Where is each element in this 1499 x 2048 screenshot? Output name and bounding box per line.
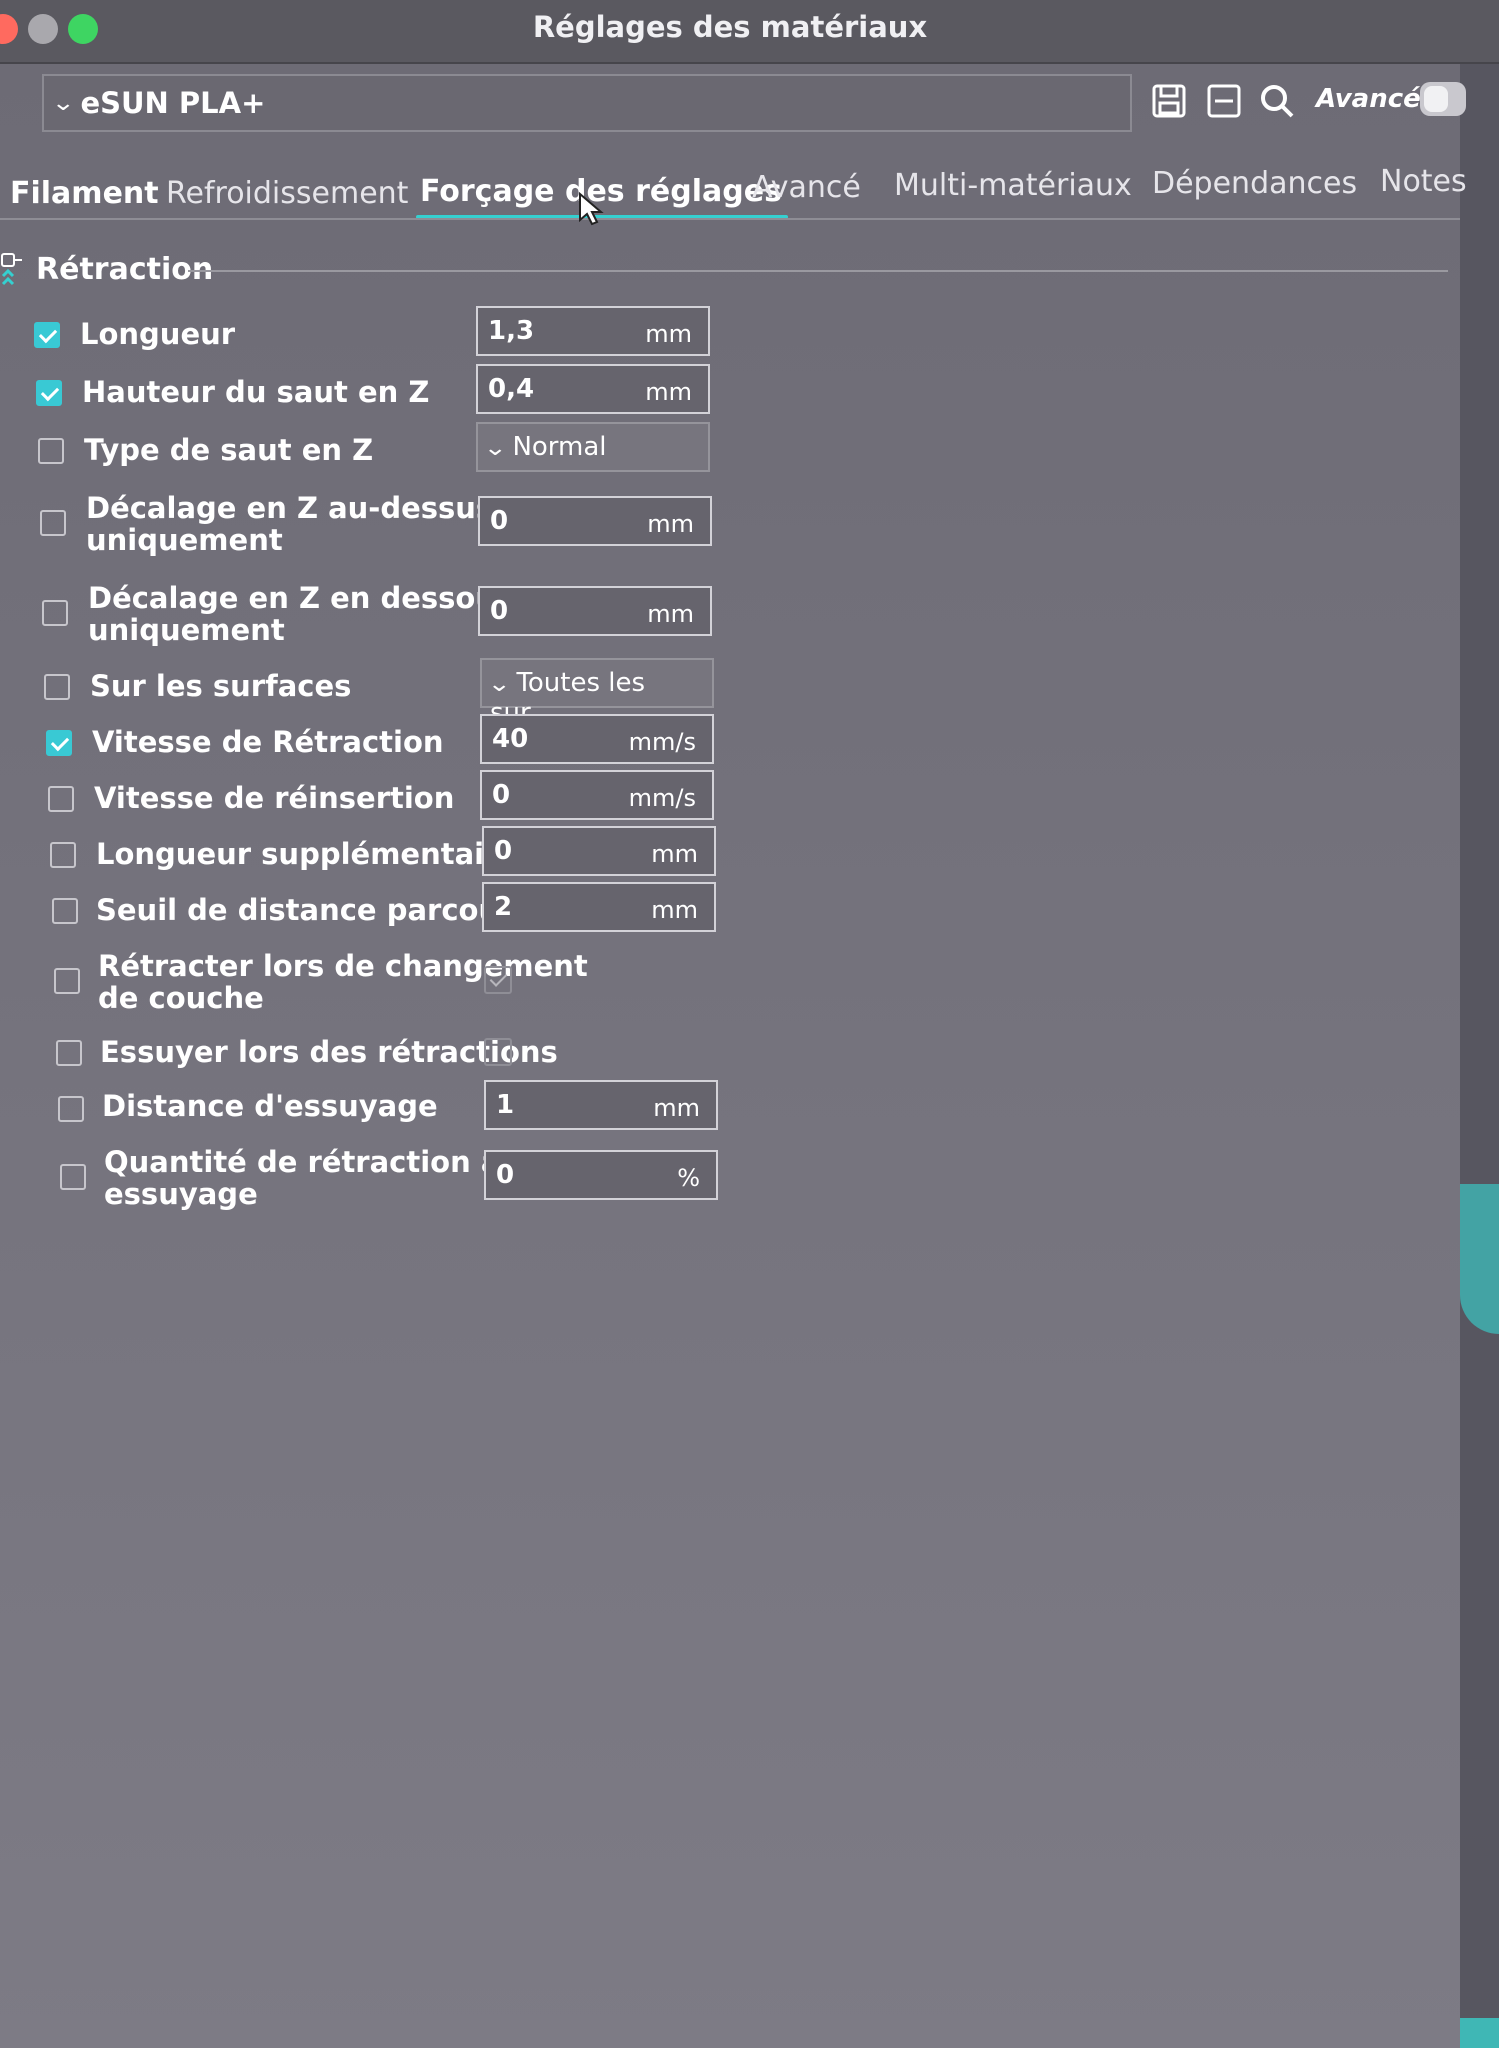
setting-label: Vitesse de réinsertion [94, 781, 455, 815]
override-checkbox[interactable] [60, 1164, 86, 1190]
input-unit: % [677, 1164, 700, 1192]
chevron-down-icon: ⌄ [487, 672, 512, 697]
retract-before-wipe-input[interactable]: 0 % [484, 1150, 718, 1200]
save-icon[interactable] [1150, 82, 1188, 120]
input-value: 0 [494, 836, 513, 866]
z-hop-type-select[interactable]: ⌄ Normal [476, 422, 710, 472]
mouse-cursor-icon [579, 192, 604, 226]
retract-on-layer-change-checkbox[interactable] [484, 966, 512, 994]
setting-label: Type de saut en Z [84, 433, 374, 467]
tab-divider [0, 218, 1460, 220]
selected-option: Normal [512, 432, 607, 462]
preset-dropdown[interactable]: ⌄ eSUN PLA+ [42, 74, 1132, 132]
input-unit: mm [645, 378, 692, 406]
label-line: uniquement [86, 523, 283, 557]
window-title: Réglages des matériaux [532, 10, 928, 44]
wipe-distance-input[interactable]: 1 mm [484, 1080, 718, 1130]
z-offset-below-input[interactable]: 0 mm [478, 586, 712, 636]
input-value: 2 [494, 892, 513, 922]
travel-threshold-input[interactable]: 2 mm [482, 882, 716, 932]
override-checkbox[interactable] [46, 730, 72, 756]
override-checkbox[interactable] [52, 898, 78, 924]
input-value: 1 [496, 1090, 515, 1120]
label-line: Décalage en Z au-dessus [86, 491, 494, 525]
setting-label: Vitesse de Rétraction [92, 725, 444, 759]
z-offset-above-input[interactable]: 0 mm [478, 496, 712, 546]
chevron-down-icon: ⌄ [483, 436, 508, 461]
select-value: ⌄ Normal [483, 432, 607, 462]
override-checkbox[interactable] [48, 786, 74, 812]
wipe-on-retraction-checkbox[interactable] [484, 1038, 512, 1066]
override-checkbox[interactable] [36, 380, 62, 406]
override-checkbox[interactable] [44, 674, 70, 700]
advanced-mode-toggle[interactable] [1420, 82, 1466, 116]
setting-label: Distance d'essuyage [102, 1089, 438, 1123]
override-checkbox[interactable] [38, 438, 64, 464]
input-unit: mm [653, 1094, 700, 1122]
input-value: 0 [490, 596, 509, 626]
background-viewport [1460, 64, 1499, 2048]
extra-length-input[interactable]: 0 mm [482, 826, 716, 876]
background-shape [1460, 1184, 1499, 1334]
setting-label: Décalage en Z en dessous uniquement [88, 582, 513, 646]
search-icon[interactable] [1258, 82, 1296, 120]
input-value: 0 [490, 506, 509, 536]
label-line: Décalage en Z en dessous [88, 581, 514, 615]
setting-label: Décalage en Z au-dessus uniquement [86, 492, 493, 556]
setting-label: Longueur [80, 317, 236, 351]
setting-label: Longueur supplémentaire [96, 837, 519, 871]
input-unit: mm [645, 320, 692, 348]
retraction-speed-input[interactable]: 40 mm/s [480, 714, 714, 764]
tab-bar: Filament Refroidissement Forçage des rég… [0, 162, 1467, 222]
input-unit: mm [647, 510, 694, 538]
label-line: Rétracter lors de changement [98, 949, 588, 983]
input-unit: mm [651, 896, 698, 924]
input-value: 0,4 [488, 374, 535, 404]
chevron-down-icon: ⌄ [51, 90, 76, 116]
title-bar: Réglages des matériaux [0, 0, 1499, 64]
override-checkbox[interactable] [58, 1096, 84, 1122]
tab-multimaterial[interactable]: Multi-matériaux [894, 168, 1132, 203]
input-unit: mm/s [628, 728, 696, 756]
preset-name: eSUN PLA+ [80, 86, 266, 120]
setting-label: Hauteur du saut en Z [82, 375, 430, 409]
input-unit: mm/s [628, 784, 696, 812]
deretraction-speed-input[interactable]: 0 mm/s [480, 770, 714, 820]
override-checkbox[interactable] [42, 600, 68, 626]
retraction-length-input[interactable]: 1,3 mm [476, 306, 710, 356]
tab-dependencies[interactable]: Dépendances [1152, 166, 1357, 201]
delete-preset-icon[interactable] [1205, 82, 1243, 120]
input-value: 1,3 [488, 316, 535, 346]
section-divider [188, 270, 1448, 272]
override-checkbox[interactable] [50, 842, 76, 868]
z-hop-input[interactable]: 0,4 mm [476, 364, 710, 414]
tab-filament[interactable]: Filament [10, 176, 159, 211]
surfaces-select[interactable]: ⌄ Toutes les sur... [480, 658, 714, 728]
input-value: 0 [492, 780, 511, 810]
advanced-mode-label: Avancé [1316, 84, 1421, 114]
input-unit: mm [651, 840, 698, 868]
tab-cooling[interactable]: Refroidissement [166, 176, 408, 211]
override-checkbox[interactable] [34, 322, 60, 348]
input-unit: mm [647, 600, 694, 628]
label-line: uniquement [88, 613, 285, 647]
setting-label: Sur les surfaces [90, 669, 352, 703]
section-title: Rétraction [36, 252, 214, 287]
input-value: 0 [496, 1160, 515, 1190]
setting-label: Rétracter lors de changement de couche [98, 950, 588, 1014]
collapse-section-icon[interactable] [0, 252, 26, 292]
tab-advanced[interactable]: Avancé [752, 170, 861, 205]
background-shape [1460, 2018, 1499, 2048]
override-checkbox[interactable] [40, 510, 66, 536]
input-value: 40 [492, 724, 529, 754]
tab-notes[interactable]: Notes [1380, 164, 1467, 199]
label-line: de couche [98, 981, 264, 1015]
override-checkbox[interactable] [54, 968, 80, 994]
override-checkbox[interactable] [56, 1040, 82, 1066]
